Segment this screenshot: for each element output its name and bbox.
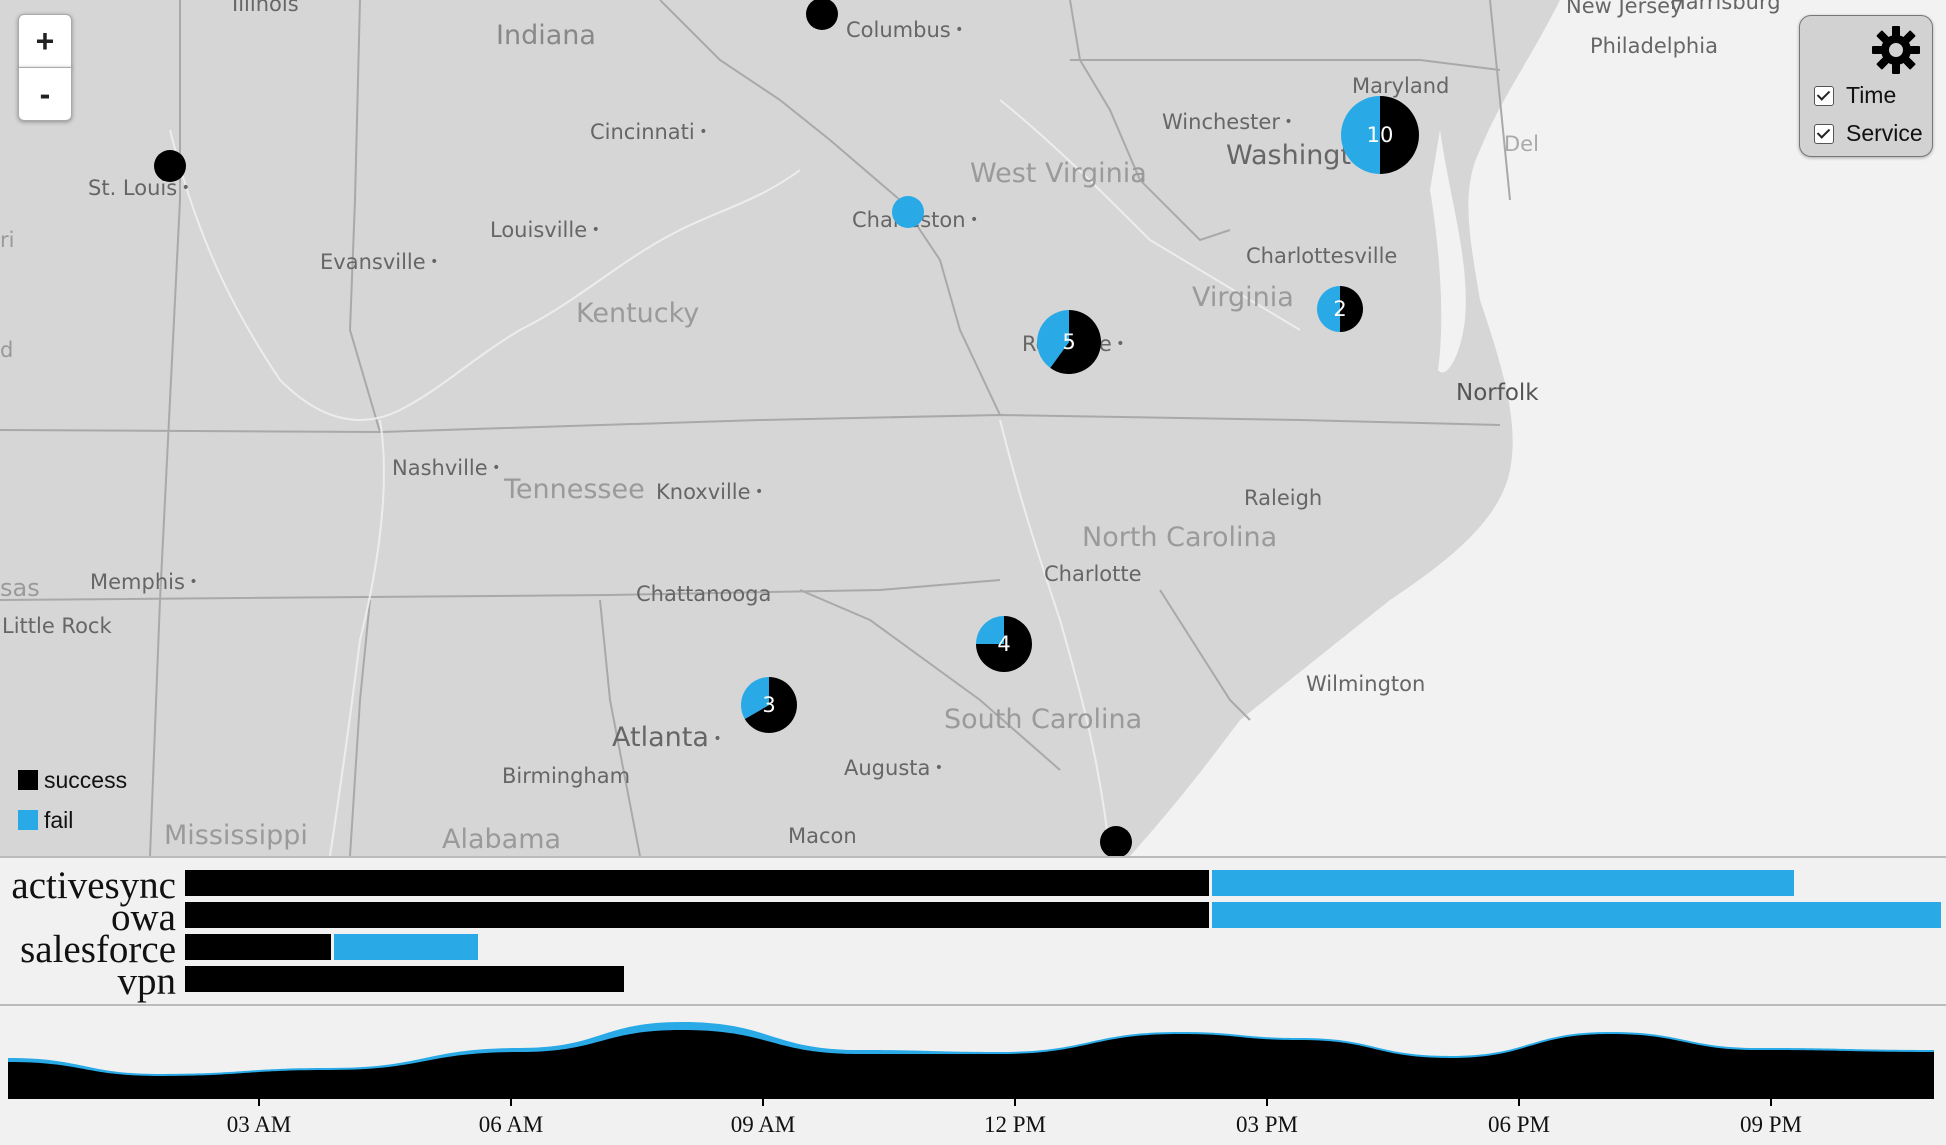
service-bar-fail-activesync[interactable]: [1212, 870, 1795, 896]
map-label-wilmington: Wilmington: [1306, 672, 1426, 696]
map-marker-st-louis[interactable]: [154, 150, 186, 182]
timeline-tick-label: 09 PM: [1740, 1112, 1802, 1137]
map-label-harrisburg: Harrisburg: [1670, 0, 1781, 14]
map-label-tennessee: Tennessee: [504, 474, 645, 505]
map-label-charlottesville: Charlottesville: [1246, 244, 1398, 268]
map-label-atlanta: Atlanta: [612, 724, 722, 751]
map-label-alabama: Alabama: [442, 824, 562, 855]
map-label-illinois: Illinois: [232, 0, 299, 16]
map-label-chattanooga: Chattanooga: [636, 582, 772, 606]
time-option-label: Time: [1846, 82, 1897, 108]
settings-panel: Time Service: [1799, 15, 1933, 157]
service-option[interactable]: Service: [1814, 120, 1923, 147]
timeline-tick-label: 03 PM: [1236, 1112, 1298, 1137]
marker-slice: [806, 0, 838, 30]
legend-swatch-fail: [18, 810, 38, 830]
service-bar-success-owa[interactable]: [185, 902, 1210, 928]
map-label-new-jersey: New Jersey: [1566, 0, 1683, 18]
legend-success: success: [18, 760, 127, 800]
timeline-success-area: [8, 1030, 1934, 1098]
map-label-philadelphia: Philadelphia: [1590, 34, 1718, 58]
map-label-charlotte: Charlotte: [1044, 562, 1142, 586]
map-label-columbus: Columbus: [846, 20, 963, 41]
marker-count: 4: [997, 632, 1011, 656]
map-label-partial-ri: ri: [0, 228, 15, 252]
map-label-evansville: Evansville: [320, 252, 438, 273]
map-legend: success fail: [18, 760, 127, 840]
service-bar-success-salesforce[interactable]: [185, 934, 332, 960]
service-option-label: Service: [1846, 120, 1923, 146]
map-label-macon: Macon: [788, 824, 857, 848]
map-label-virginia: Virginia: [1192, 282, 1294, 313]
map-label-partial-sas: sas: [0, 574, 40, 602]
timeline-tick-label: 06 AM: [479, 1112, 544, 1137]
map-marker-charlottesville-area[interactable]: 2: [1317, 286, 1363, 332]
marker-slice: [1100, 826, 1132, 856]
timeline-svg[interactable]: 03 AM 06 AM 09 AM 12 PM 03 PM 06 PM 09 PM: [0, 1006, 1946, 1140]
timeline-chart[interactable]: 03 AM 06 AM 09 AM 12 PM 03 PM 06 PM 09 PM: [0, 1004, 1946, 1140]
map-label-maryland: Maryland: [1352, 74, 1450, 98]
legend-label-fail: fail: [44, 806, 74, 833]
service-bar-fail-salesforce[interactable]: [334, 934, 478, 960]
legend-swatch-success: [18, 770, 38, 790]
zoom-in-button[interactable]: +: [18, 14, 72, 68]
map-label-little-rock: Little Rock: [2, 614, 112, 638]
map-label-indiana: Indiana: [496, 20, 596, 51]
map-label-north-carolina: North Carolina: [1082, 522, 1278, 553]
service-label-vpn: vpn: [117, 960, 177, 1003]
marker-count: 5: [1062, 330, 1076, 354]
marker-count: 10: [1366, 123, 1394, 147]
legend-fail: fail: [18, 800, 127, 840]
map-label-west-virginia: West Virginia: [970, 158, 1147, 189]
map-marker-roanoke[interactable]: 5: [1037, 310, 1101, 374]
legend-label-success: success: [44, 766, 128, 793]
map-label-cincinnati: Cincinnati: [590, 122, 707, 143]
map-label-kentucky: Kentucky: [576, 298, 700, 329]
map-label-memphis: Memphis: [90, 572, 198, 593]
time-checkbox[interactable]: [1814, 85, 1834, 106]
map-label-birmingham: Birmingham: [502, 764, 631, 788]
map-marker-washington[interactable]: 10: [1341, 96, 1419, 174]
map-label-knoxville: Knoxville: [656, 482, 763, 503]
map-label-delaware: Del: [1504, 132, 1539, 156]
marker-slice: [154, 150, 186, 182]
service-bar-fail-owa[interactable]: [1212, 902, 1941, 928]
map-marker-charleston[interactable]: [892, 196, 924, 228]
map-label-nashville: Nashville: [392, 458, 500, 479]
timeline-tick-label: 03 AM: [227, 1112, 292, 1137]
map-label-norfolk: Norfolk: [1456, 380, 1539, 406]
timeline-tick-label: 12 PM: [984, 1112, 1046, 1137]
map-label-winchester: Winchester: [1162, 112, 1293, 133]
zoom-out-button[interactable]: -: [18, 67, 72, 121]
service-chart: activesync owa salesforce vpn: [0, 856, 1946, 1006]
map-label-raleigh: Raleigh: [1244, 486, 1323, 510]
marker-count: 3: [762, 693, 776, 717]
map-label-partial-d: d: [0, 338, 14, 362]
timeline-tick-label: 06 PM: [1488, 1112, 1550, 1137]
time-option[interactable]: Time: [1814, 82, 1896, 109]
service-checkbox[interactable]: [1814, 123, 1834, 144]
marker-slice: [892, 196, 924, 228]
map-label-augusta: Augusta: [844, 758, 943, 779]
timeline-tick-label: 09 AM: [731, 1112, 796, 1137]
map-marker-south-carolina-north[interactable]: 4: [976, 616, 1032, 672]
map-marker-atlanta-east[interactable]: 3: [741, 677, 797, 733]
service-bar-success-activesync[interactable]: [185, 870, 1210, 896]
map-marker-columbus[interactable]: [806, 0, 838, 30]
map-label-mississippi: Mississippi: [164, 820, 308, 851]
map-marker-coast-south[interactable]: [1100, 826, 1132, 856]
gear-icon[interactable]: [1870, 24, 1922, 76]
map-label-south-carolina: South Carolina: [944, 704, 1143, 735]
service-bar-success-vpn[interactable]: [185, 966, 624, 992]
map-label-louisville: Louisville: [490, 220, 600, 241]
marker-count: 2: [1333, 297, 1347, 321]
map-view[interactable]: Illinois Indiana Columbus Harrisburg New…: [0, 0, 1946, 856]
